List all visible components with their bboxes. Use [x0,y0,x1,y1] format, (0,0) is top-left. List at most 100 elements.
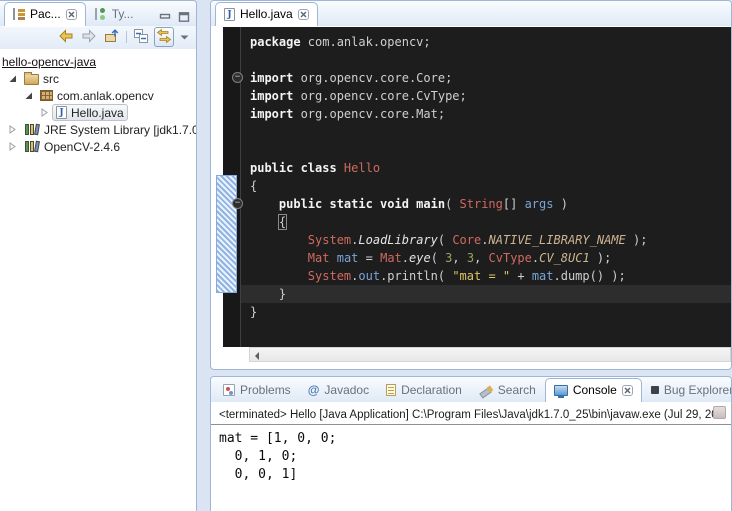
collapsed-arrow-icon[interactable] [8,125,17,134]
console-output-line: 0, 1, 0; [219,448,723,466]
forward-icon [81,28,97,47]
close-icon[interactable] [622,385,633,396]
fold-collapse-icon[interactable]: − [232,198,243,209]
tab-label: Problems [240,383,291,397]
tree-item-label: Hello.java [71,106,124,120]
view-menu-button[interactable] [177,27,191,47]
forward-button[interactable] [79,27,99,47]
eclipse-workbench: Pac... Ty... hello-opencv-java src com.anl… [0,0,732,511]
expanded-arrow-icon[interactable] [24,91,33,100]
tab-type-hierarchy[interactable]: Ty... [87,3,142,26]
collapse-all-icon [133,28,149,47]
code-line[interactable]: import org.opencv.core.CvType; [241,87,732,105]
tab-label: Bug Explorer [664,383,732,397]
tab-console[interactable]: Console [545,378,642,402]
tab-search[interactable]: Search [471,379,544,402]
view-menu-icon [180,30,189,44]
tab-label: Pac... [30,7,61,21]
library-icon [24,123,40,136]
code-line[interactable]: import org.opencv.core.Core; [241,69,732,87]
tree-item-opencv-2-4-6[interactable]: OpenCV-2.4.6 [0,138,196,155]
tab-label: Ty... [112,7,134,21]
explorer-toolbar [0,26,196,49]
toolbar-separator [125,29,128,45]
collapse-all-button[interactable] [131,27,151,47]
console-view: Problems @Javadoc Declaration Search Console… [210,376,732,511]
collapsed-arrow-icon[interactable] [40,108,49,117]
source-folder-icon [24,74,39,85]
maximize-icon[interactable] [178,12,190,22]
terminate-button-disabled [713,406,726,419]
up-button[interactable] [102,27,122,47]
tab-declaration[interactable]: Declaration [378,379,470,402]
code-line[interactable]: System.out.println( "mat = " + mat.dump(… [241,267,732,285]
bug-icon [651,386,659,394]
link-editor-button[interactable] [154,27,174,47]
java-file-icon [56,106,67,119]
range-indicator [216,175,237,293]
tree-item-label: src [43,72,59,86]
search-icon [479,384,493,397]
project-label: hello-opencv-java [2,55,96,69]
tab-label: Declaration [401,383,462,397]
java-file-icon [224,8,235,21]
tree-item-com-anlak-opencv[interactable]: com.anlak.opencv [0,87,196,104]
tab-bug-explorer[interactable]: Bug Explorer [643,379,732,402]
code-line[interactable] [241,123,732,141]
console-output-line: 0, 0, 1] [219,466,723,484]
code-line[interactable]: } [241,303,732,321]
close-icon[interactable] [66,9,77,20]
minimize-icon[interactable] [159,12,171,22]
tree-item-jre-system-library-jdk1-7-0[interactable]: JRE System Library [jdk1.7.0 [0,121,196,138]
code-line[interactable]: public static void main( String[] args ) [241,195,732,213]
console-icon [554,385,568,396]
collapsed-arrow-icon[interactable] [8,142,17,151]
scroll-left-icon[interactable] [255,352,259,360]
tab-label: Search [498,383,536,397]
code-line[interactable] [241,141,732,159]
code-line[interactable]: package com.anlak.opencv; [241,33,732,51]
tab-hello-java[interactable]: Hello.java [215,2,318,26]
editor-area: Hello.java package com.anlak.opencv; impo… [210,0,732,370]
code-line[interactable] [241,51,732,69]
code-line[interactable]: } [241,285,732,303]
code-line[interactable]: import org.opencv.core.Mat; [241,105,732,123]
console-output[interactable]: mat = [1, 0, 0; 0, 1, 0; 0, 0, 1] [211,425,731,489]
project-tree: hello-opencv-java src com.anlak.opencv Hel… [0,49,196,508]
code-line[interactable]: Mat mat = Mat.eye( 3, 3, CvType.CV_8UC1 … [241,249,732,267]
tab-javadoc[interactable]: @Javadoc [300,379,377,402]
horizontal-scrollbar[interactable] [249,347,731,362]
tree-item-label: com.anlak.opencv [57,89,154,103]
package-explorer-icon [13,8,25,20]
console-output-line: mat = [1, 0, 0; [219,430,723,448]
tree-item-project[interactable]: hello-opencv-java [0,53,196,70]
package-explorer-view: Pac... Ty... hello-opencv-java src com.anl… [0,0,197,511]
declaration-icon [386,384,396,396]
code-line[interactable]: System.LoadLibrary( Core.NATIVE_LIBRARY_… [241,231,732,249]
view-window-buttons [159,12,190,22]
editor-tab-label: Hello.java [240,7,293,21]
type-hierarchy-icon [95,8,107,20]
close-icon[interactable] [298,9,309,20]
link-editor-icon [156,28,172,47]
tab-package-explorer[interactable]: Pac... [4,2,86,26]
code-line[interactable]: public class Hello [241,159,732,177]
back-button[interactable] [56,27,76,47]
expanded-arrow-icon[interactable] [8,74,17,83]
console-title: <terminated> Hello [Java Application] C:… [211,407,731,425]
tab-label: Console [573,383,617,397]
code-line[interactable]: { [241,213,732,231]
tree-item-label: OpenCV-2.4.6 [44,140,120,154]
tree-item-src[interactable]: src [0,70,196,87]
tree-item-hello-java[interactable]: Hello.java [0,104,196,121]
tree-item-label: JRE System Library [jdk1.7.0 [44,123,196,137]
editor-tab-bar: Hello.java [211,1,731,26]
back-icon [58,28,74,47]
fold-collapse-icon[interactable]: − [232,72,243,83]
code-line[interactable]: { [241,177,732,195]
tab-problems[interactable]: Problems [215,379,299,402]
editor-viewport: package com.anlak.opencv; import org.open… [211,27,732,347]
package-icon [40,90,53,101]
code-area[interactable]: package com.anlak.opencv; import org.open… [240,27,732,347]
console-tab-bar: Problems @Javadoc Declaration Search Console… [211,377,731,402]
